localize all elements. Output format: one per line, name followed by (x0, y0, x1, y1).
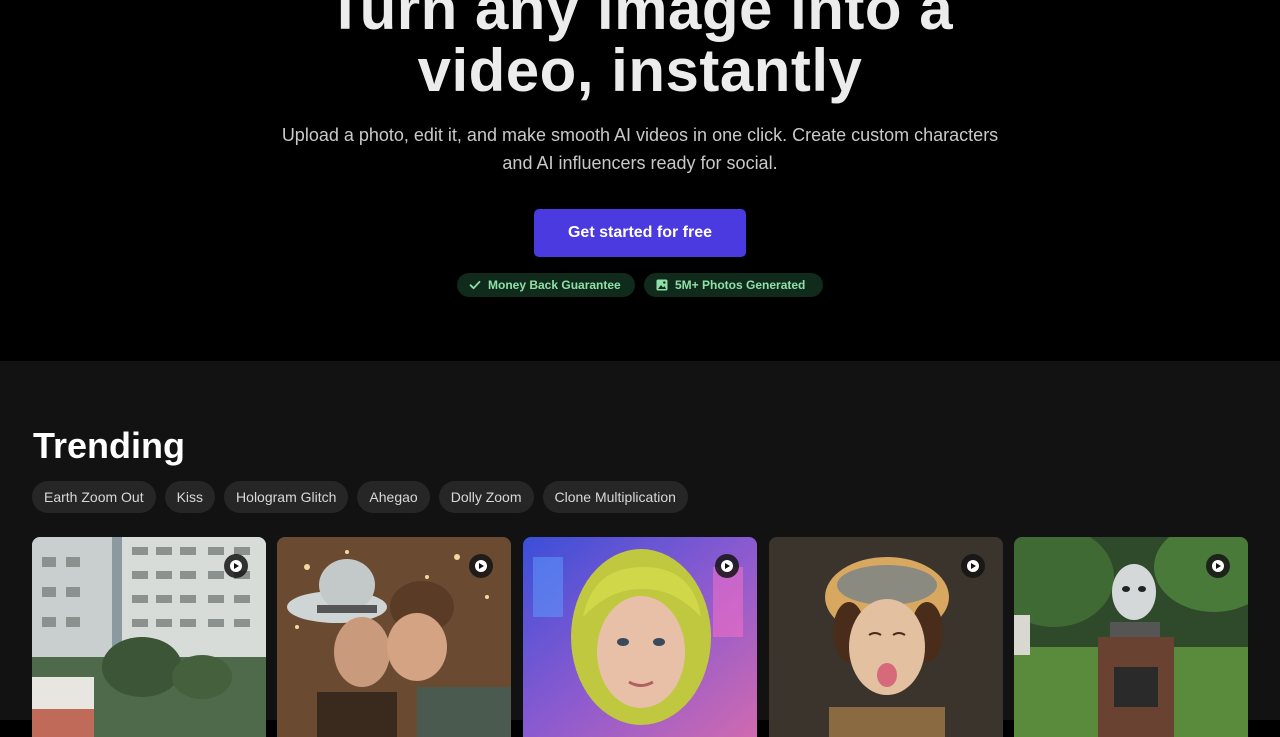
chip-ahegao[interactable]: Ahegao (357, 481, 430, 513)
photos-generated-badge: 5M+ Photos Generated (644, 273, 823, 297)
money-back-badge: Money Back Guarantee (457, 273, 635, 297)
hero-section: Turn any image into a video, instantly U… (0, 0, 1280, 361)
play-icon[interactable] (1206, 554, 1230, 578)
get-started-button[interactable]: Get started for free (534, 209, 746, 257)
card-kiss[interactable] (277, 537, 511, 737)
hero-subtitle-line1: Upload a photo, edit it, and make smooth… (281, 125, 999, 145)
chip-hologram-glitch[interactable]: Hologram Glitch (224, 481, 349, 513)
trending-section: Trending Earth Zoom Out Kiss Hologram Gl… (0, 361, 1280, 737)
trending-title: Trending (33, 425, 185, 466)
money-back-label: Money Back Guarantee (488, 278, 621, 292)
hero-title-line1: Turn any image into a (326, 0, 954, 42)
hero-subtitle-line2: and AI influencers ready for social. (502, 153, 778, 173)
hero-title-line2: video, instantly (417, 37, 863, 104)
chip-dolly-zoom[interactable]: Dolly Zoom (438, 481, 534, 513)
card-dolly-zoom[interactable] (1014, 537, 1248, 737)
card-hologram-glitch[interactable] (523, 537, 757, 737)
trending-cards (32, 537, 1248, 737)
play-icon[interactable] (224, 554, 248, 578)
play-icon[interactable] (961, 554, 985, 578)
chip-earth-zoom-out[interactable]: Earth Zoom Out (32, 481, 156, 513)
photos-generated-label: 5M+ Photos Generated (675, 278, 806, 292)
hero-subtitle: Upload a photo, edit it, and make smooth… (240, 121, 1040, 177)
play-icon[interactable] (469, 554, 493, 578)
chip-kiss[interactable]: Kiss (164, 481, 216, 513)
hero-title: Turn any image into a video, instantly (0, 0, 1280, 102)
chip-clone-multiplication[interactable]: Clone Multiplication (542, 481, 688, 513)
card-earth-zoom-out[interactable] (32, 537, 266, 737)
play-icon[interactable] (715, 554, 739, 578)
check-icon (469, 280, 481, 290)
image-icon (656, 279, 668, 291)
trending-chips: Earth Zoom Out Kiss Hologram Glitch Aheg… (32, 481, 688, 513)
card-ahegao[interactable] (769, 537, 1003, 737)
